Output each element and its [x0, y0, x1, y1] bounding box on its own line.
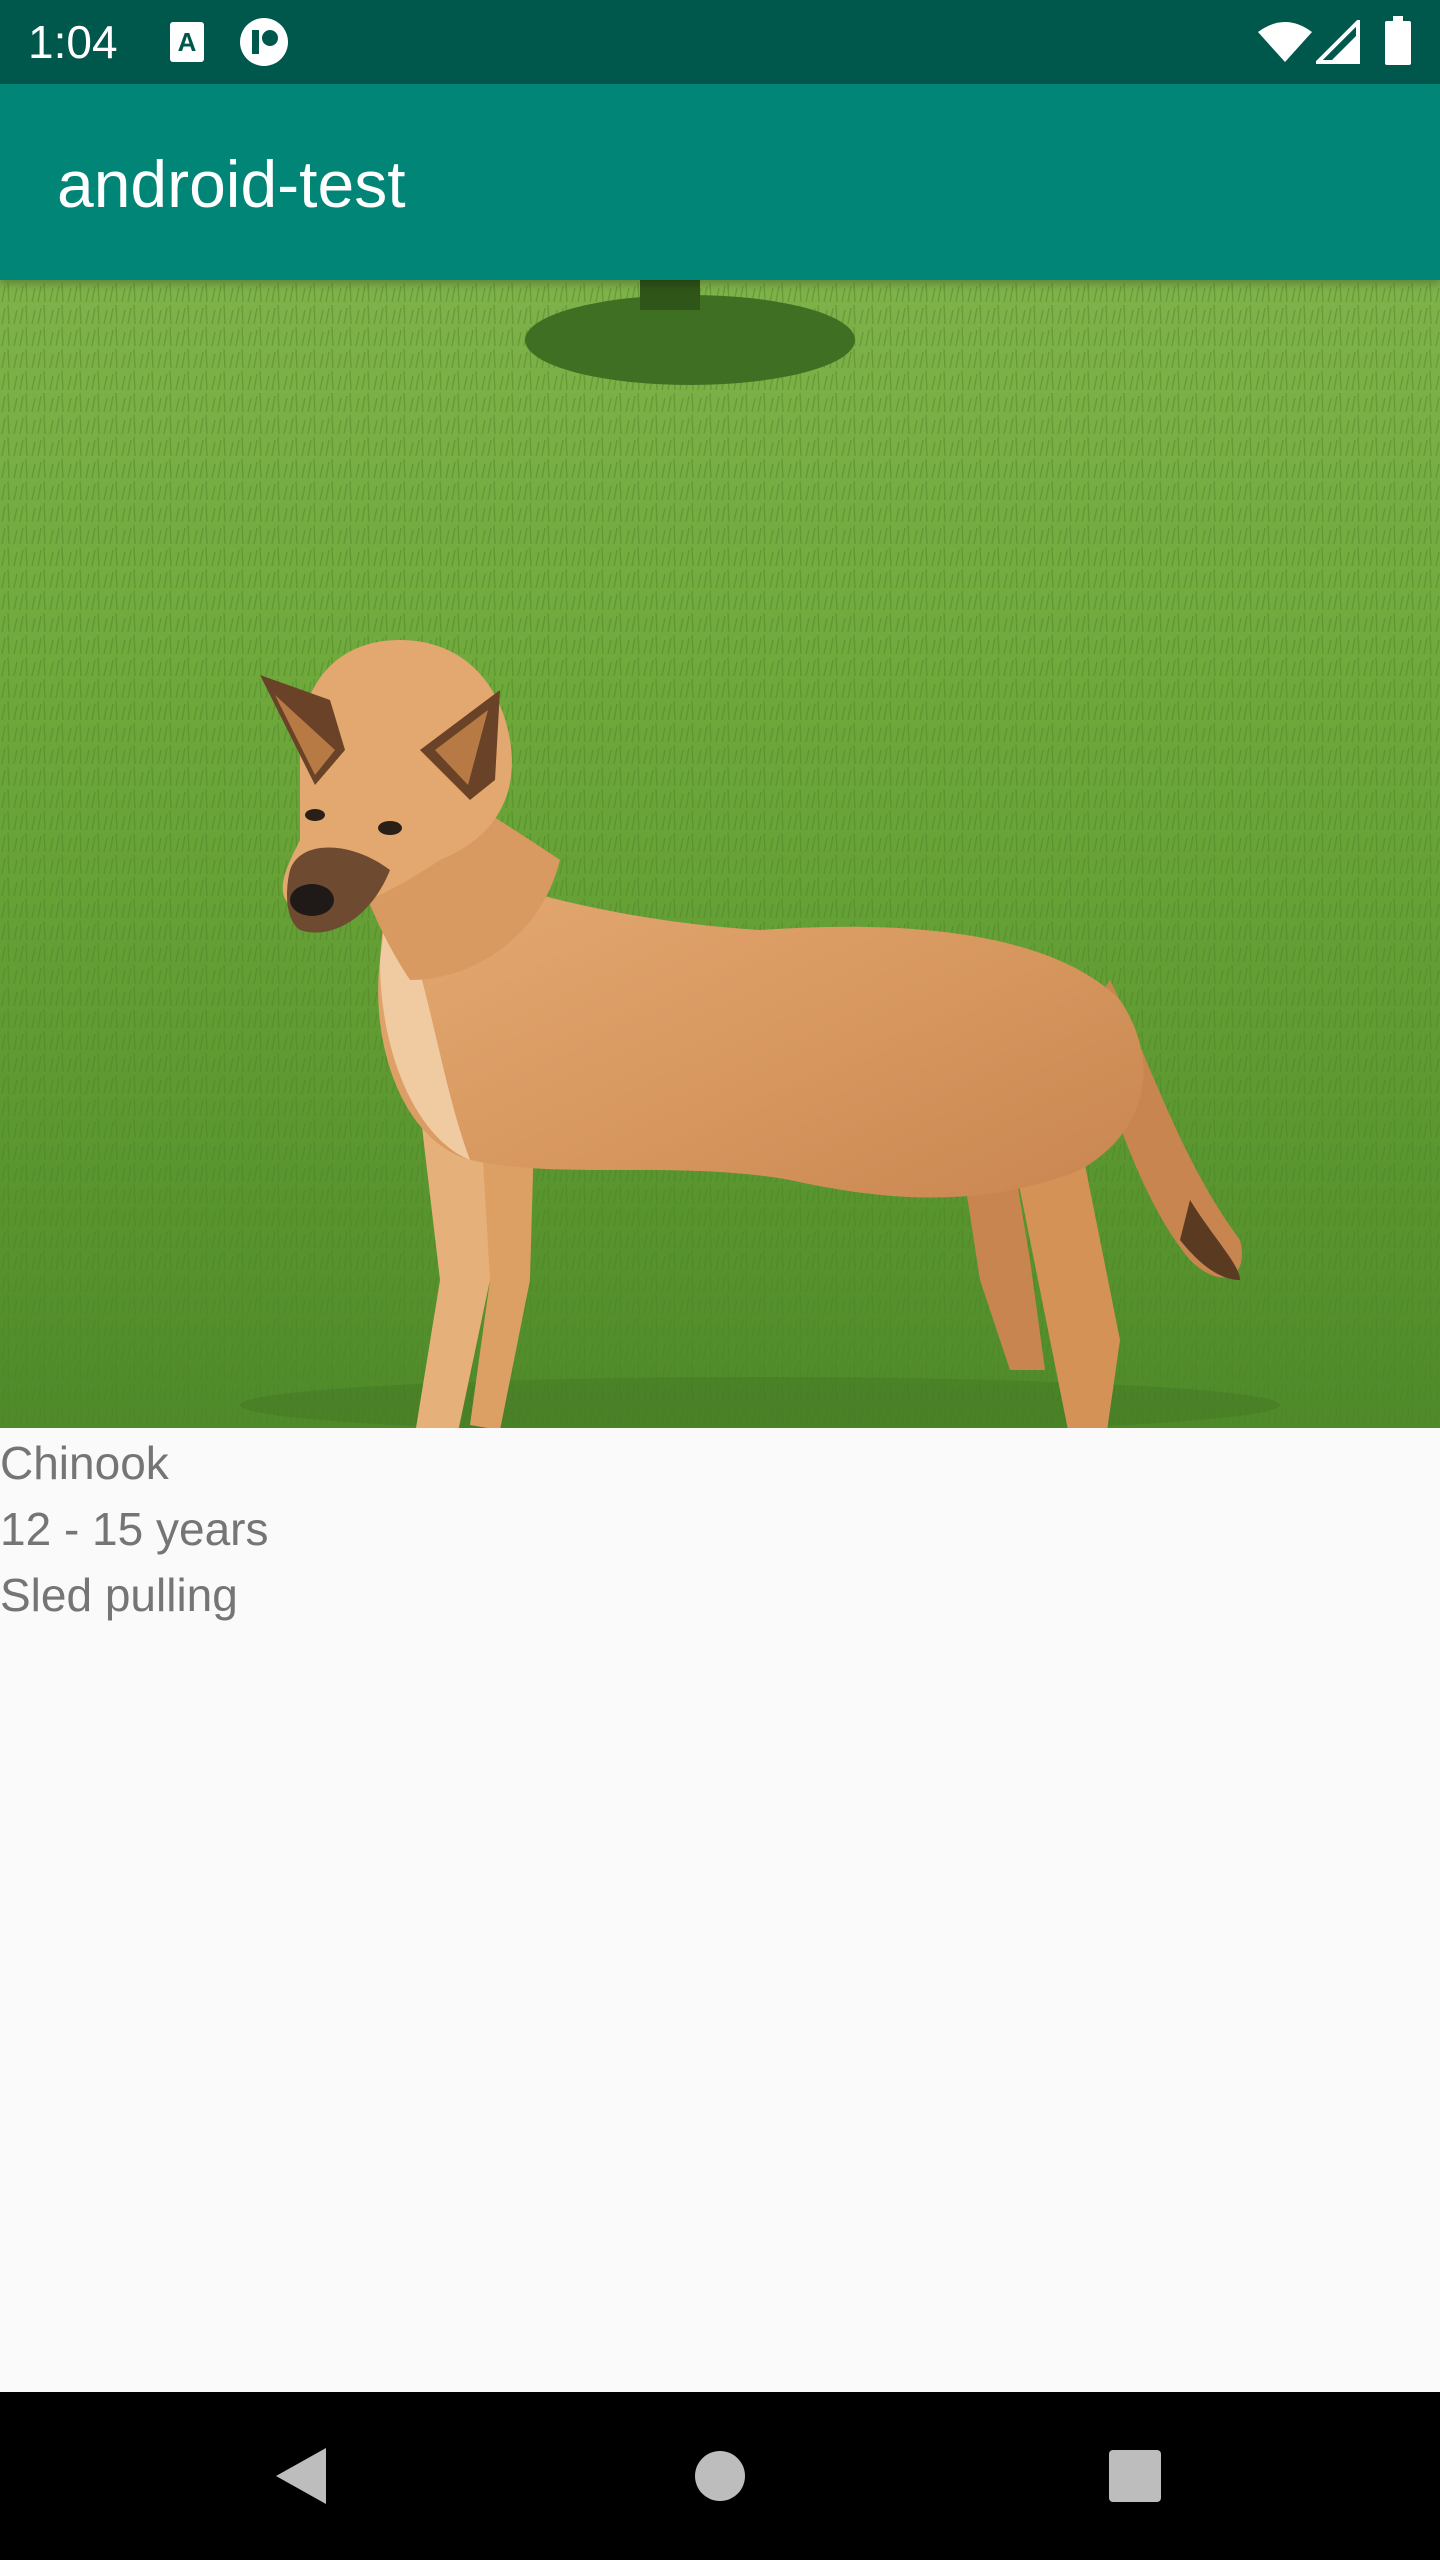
battery-icon [1384, 16, 1412, 70]
a11y-app-icon: A [168, 18, 206, 70]
dog-photo-illustration [0, 280, 1440, 1428]
dog-photo [0, 280, 1440, 1428]
breed-purpose: Sled pulling [0, 1569, 238, 1621]
breed-lifespan: 12 - 15 years [0, 1503, 269, 1555]
breed-name: Chinook [0, 1437, 169, 1489]
navigation-bar [0, 2392, 1440, 2560]
breed-details: Chinook 12 - 15 years Sled pulling [0, 1430, 268, 1628]
data-app-icon [238, 16, 290, 72]
svg-text:A: A [178, 27, 197, 57]
app-bar: android-test [0, 84, 1440, 280]
back-icon[interactable] [250, 2426, 350, 2526]
status-time: 1:04 [28, 16, 118, 68]
status-bar: 1:04 A [0, 0, 1440, 84]
wifi-icon [1256, 20, 1314, 68]
recents-icon[interactable] [1085, 2426, 1185, 2526]
app-title: android-test [57, 147, 406, 221]
home-icon[interactable] [670, 2426, 770, 2526]
signal-icon [1313, 17, 1360, 68]
